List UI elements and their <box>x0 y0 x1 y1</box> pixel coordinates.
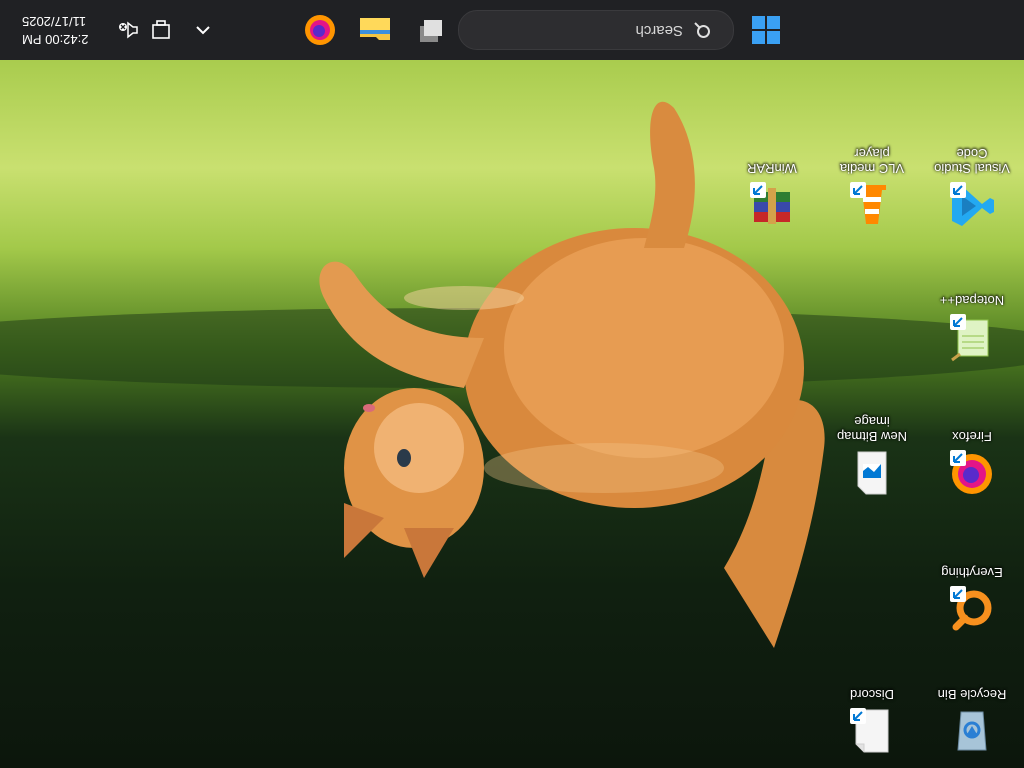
taskbar: Search 2:42:00 PM 11/17/2025 <box>0 0 1024 60</box>
desktop-icon-winrar[interactable]: WinRAR <box>726 126 818 238</box>
windows-start-icon <box>752 16 780 44</box>
file-explorer-icon <box>360 18 390 40</box>
volume-button[interactable] <box>116 17 142 43</box>
desktop-icon-firefox[interactable]: Firefox <box>926 394 1018 506</box>
desktop-icon-label: Everything <box>941 565 1003 580</box>
desktop-icon-label: Discord <box>849 687 895 702</box>
firefox-taskbar-button[interactable] <box>300 10 340 50</box>
desktop-icon-discord[interactable]: Discord <box>826 652 918 764</box>
show-hidden-icons-button[interactable] <box>190 17 216 43</box>
shortcut-arrow-icon <box>950 450 966 466</box>
shortcut-arrow-icon <box>950 314 966 330</box>
volume-muted-icon <box>119 21 138 39</box>
task-view-button[interactable] <box>410 10 450 50</box>
desktop-icon-visual-studio-code[interactable]: Visual Studio Code <box>926 126 1018 238</box>
desktop-icon-label: Visual Studio Code <box>934 146 1010 176</box>
search-placeholder: Search <box>635 22 683 39</box>
firefox-icon <box>305 15 335 45</box>
task-view-icon <box>420 20 442 42</box>
recycle-bin-icon <box>957 711 987 751</box>
shortcut-arrow-icon <box>850 182 866 198</box>
desktop-icon-label: WinRAR <box>747 161 797 176</box>
desktop-icon-recycle-bin[interactable]: Recycle Bin <box>926 652 1018 764</box>
desktop-icon-label: Notepad++ <box>939 293 1005 308</box>
network-status-button[interactable] <box>148 17 174 43</box>
chevron-up-icon <box>196 26 210 35</box>
desktop-icon-label: New Bitmap image <box>836 414 908 444</box>
shortcut-arrow-icon <box>850 708 866 724</box>
clock-time: 2:42:00 PM <box>22 32 89 47</box>
file-explorer-button[interactable] <box>355 10 395 50</box>
shortcut-arrow-icon <box>950 586 966 602</box>
search-icon <box>694 22 710 38</box>
desktop-icon-notepad-plus-plus[interactable]: Notepad++ <box>926 258 1018 370</box>
desktop-icon-vlc-media-player[interactable]: VLC media player <box>826 126 918 238</box>
desktop-icon-label: Firefox <box>952 429 992 444</box>
start-button[interactable] <box>746 10 786 50</box>
desktop-screen: Recycle Bin Discord Everything Firefox N… <box>0 0 1024 768</box>
desktop-icon-everything[interactable]: Everything <box>926 530 1018 642</box>
shortcut-arrow-icon <box>750 182 766 198</box>
clock-date: 11/17/2025 <box>22 14 87 29</box>
taskbar-clock[interactable]: 2:42:00 PM 11/17/2025 <box>22 12 89 48</box>
shortcut-arrow-icon <box>950 182 966 198</box>
desktop-icon-new-bitmap-image[interactable]: New Bitmap image <box>826 394 918 506</box>
network-icon <box>152 20 170 39</box>
desktop-icon-label: VLC media player <box>839 146 905 176</box>
desktop-icon-label: Recycle Bin <box>937 687 1007 702</box>
taskbar-search-box[interactable]: Search <box>458 10 734 50</box>
bitmap-image-icon <box>857 451 887 495</box>
